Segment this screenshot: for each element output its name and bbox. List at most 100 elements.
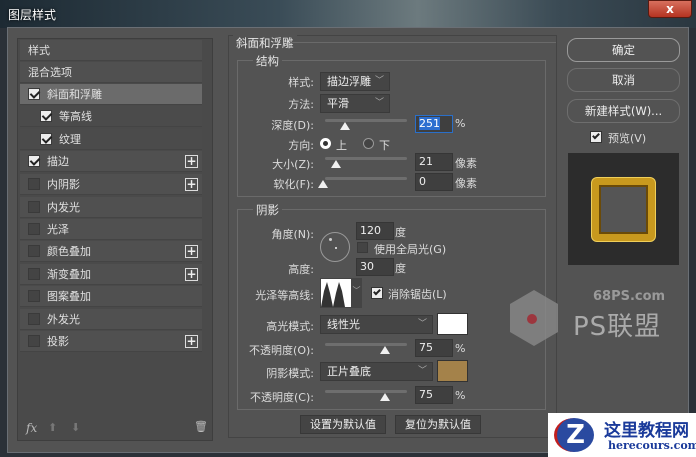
shadow-opacity-input[interactable]: 75 [415,386,453,404]
checkbox[interactable] [28,268,40,280]
checkbox[interactable] [28,178,40,190]
style-select[interactable]: 描边浮雕 ﹀ [320,72,390,91]
watermark-68ps: 68PS.com [593,289,666,304]
checkbox[interactable] [40,133,52,145]
method-value: 平滑 [327,97,349,110]
checkbox[interactable] [28,201,40,213]
ok-button[interactable]: 确定 [567,38,680,62]
window-title: 图层样式 [8,8,57,22]
highlight-opacity-thumb[interactable] [380,346,390,354]
altitude-input[interactable]: 30 [356,258,394,276]
highlight-opacity-slider[interactable] [325,343,407,346]
shadow-opacity-unit: % [455,389,466,402]
gloss-contour-picker[interactable]: ﹀ [320,278,362,308]
direction-up-radio[interactable] [320,138,331,149]
style-item-label: 纹理 [59,133,81,146]
shadow-opacity-slider[interactable] [325,390,407,393]
style-item[interactable]: 投影 + [20,331,202,352]
shadow-color-swatch[interactable] [437,360,468,382]
make-default-button[interactable]: 设置为默认值 [300,415,386,434]
close-button[interactable]: x [648,0,692,18]
checkbox[interactable] [28,245,40,257]
move-up-icon[interactable]: ⬆ [48,421,57,434]
style-item-label: 渐变叠加 [47,268,91,281]
new-style-button[interactable]: 新建样式(W)... [567,99,680,123]
direction-down-label: 下 [379,139,390,152]
site-name: 这里教程网 [604,421,689,441]
antialias-checkbox[interactable] [371,287,383,299]
style-list: 样式混合选项斜面和浮雕等高线纹理描边 + 内阴影 + 内发光 光泽颜色叠加 + 渐变叠加 + 图案… [17,38,213,441]
add-icon[interactable]: + [185,268,198,281]
chevron-down-icon: ﹀ [417,319,427,329]
style-item[interactable]: 外发光 [20,309,202,330]
style-item[interactable]: 样式 [20,40,202,61]
highlight-mode-select[interactable]: 线性光 ﹀ [320,315,433,334]
add-icon[interactable]: + [185,335,198,348]
highlight-opacity-input[interactable]: 75 [415,339,453,357]
soften-input[interactable]: 0 [415,173,453,191]
depth-input[interactable]: 251 [415,115,453,133]
style-item[interactable]: 内发光 [20,197,202,218]
size-input[interactable]: 21 [415,153,453,171]
antialias-label: 消除锯齿(L) [388,288,447,301]
checkbox[interactable] [28,155,40,167]
angle-label: 角度(N): [271,228,314,241]
soften-slider[interactable] [325,177,407,180]
style-item[interactable]: 图案叠加 [20,286,202,307]
size-label: 大小(Z): [272,158,314,171]
style-item[interactable]: 混合选项 [20,62,202,83]
move-down-icon[interactable]: ⬇ [71,421,80,434]
size-slider-thumb[interactable] [331,160,341,168]
reset-default-button[interactable]: 复位为默认值 [395,415,481,434]
add-icon[interactable]: + [185,245,198,258]
cancel-button[interactable]: 取消 [567,68,680,92]
style-item-label: 等高线 [59,110,92,123]
altitude-unit: 度 [395,262,406,275]
style-item-label: 混合选项 [28,66,72,79]
method-select[interactable]: 平滑 ﹀ [320,94,390,113]
style-item[interactable]: 纹理 [20,129,202,150]
style-item-label: 样式 [28,44,50,57]
style-item[interactable]: 内阴影 + [20,174,202,195]
site-url: herecours.com [608,439,696,452]
depth-slider[interactable] [325,119,407,122]
highlight-color-swatch[interactable] [437,313,468,335]
style-item[interactable]: 渐变叠加 + [20,264,202,285]
style-list-footer: fx ⬆ ⬇ 🗑 [20,419,210,439]
section-title-bevel: 斜面和浮雕 [233,35,297,51]
style-item-label: 图案叠加 [47,290,91,303]
shadow-mode-select[interactable]: 正片叠底 ﹀ [320,362,433,381]
depth-slider-thumb[interactable] [340,122,350,130]
fx-button[interactable]: fx [26,421,37,435]
style-item-label: 颜色叠加 [47,245,91,258]
checkbox[interactable] [28,290,40,302]
style-item[interactable]: 颜色叠加 + [20,241,202,262]
trash-icon[interactable]: 🗑 [194,420,208,433]
direction-down-radio[interactable] [363,138,374,149]
global-light-label: 使用全局光(G) [374,243,447,256]
checkbox[interactable] [28,313,40,325]
add-icon[interactable]: + [185,178,198,191]
style-item[interactable]: 光泽 [20,219,202,240]
style-value: 描边浮雕 [327,75,371,88]
style-item[interactable]: 等高线 [20,106,202,127]
title-bar[interactable] [0,0,696,28]
add-icon[interactable]: + [185,155,198,168]
checkbox[interactable] [28,88,40,100]
angle-dial[interactable] [320,232,350,262]
size-unit: 像素 [455,157,477,170]
angle-unit: 度 [395,226,406,239]
angle-input[interactable]: 120 [356,222,394,240]
checkbox[interactable] [28,223,40,235]
chevron-down-icon: ﹀ [374,98,384,108]
shadow-mode-label: 阴影模式: [266,367,314,380]
style-item[interactable]: 描边 + [20,151,202,172]
shadow-opacity-thumb[interactable] [380,393,390,401]
checkbox[interactable] [40,110,52,122]
watermark-ps-logo: PS联盟 [573,312,662,342]
checkbox[interactable] [28,335,40,347]
preview-checkbox[interactable] [590,131,602,143]
global-light-checkbox[interactable] [357,242,368,253]
style-item[interactable]: 斜面和浮雕 [20,84,202,105]
soften-slider-thumb[interactable] [318,180,328,188]
